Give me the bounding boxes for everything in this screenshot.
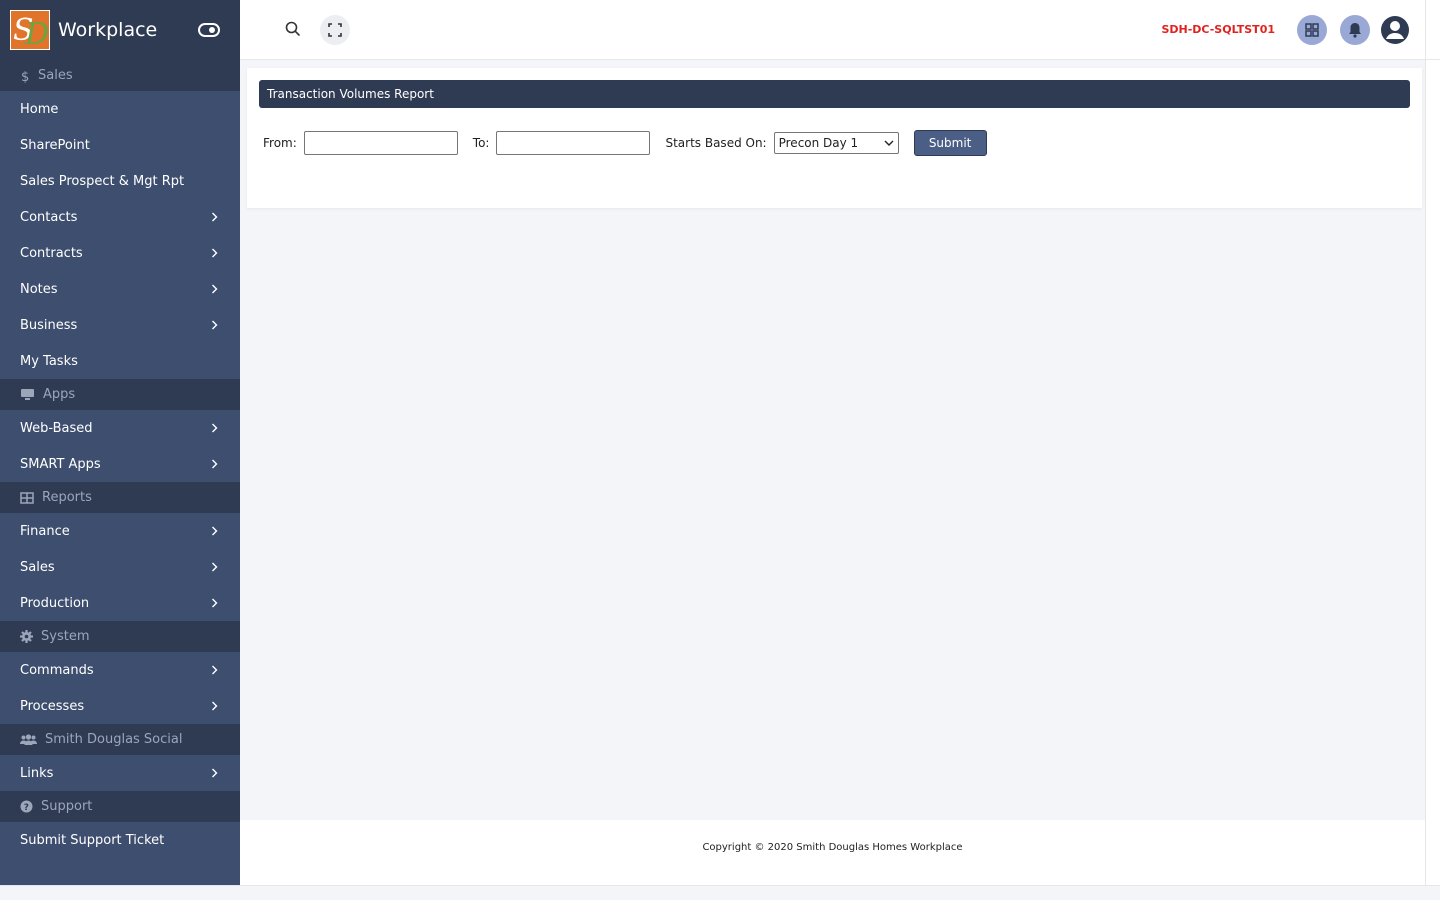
main-content: Transaction Volumes Report From: To: Sta…	[240, 60, 1425, 820]
sidebar-item-label: Web-Based	[20, 420, 93, 436]
chevron-right-icon	[212, 248, 218, 258]
sidebar-item-my-tasks[interactable]: My Tasks	[0, 343, 240, 379]
company-logo: SD	[10, 10, 50, 50]
starts-based-on-value: Precon Day 1	[778, 136, 859, 150]
users-icon	[20, 733, 45, 746]
sidebar-section-title: Apps	[43, 387, 76, 402]
sidebar-item-label: SMART Apps	[20, 456, 101, 472]
right-border	[1425, 0, 1426, 885]
sidebar-item-label: Sales Prospect & Mgt Rpt	[20, 173, 185, 189]
from-date-input[interactable]	[303, 131, 458, 155]
chevron-right-icon	[212, 459, 218, 469]
sidebar-item-label: My Tasks	[20, 353, 78, 369]
sidebar-item-label: Submit Support Ticket	[20, 832, 165, 848]
sidebar-item-submit-support-ticket[interactable]: Submit Support Ticket	[0, 822, 240, 858]
apps-button[interactable]	[1297, 15, 1327, 45]
sidebar-item-label: Links	[20, 765, 54, 781]
chevron-right-icon	[212, 423, 218, 433]
footer: Copyright © 2020 Smith Douglas Homes Wor…	[240, 820, 1425, 885]
sidebar-section-title: Reports	[42, 490, 92, 505]
chevron-right-icon	[212, 212, 218, 222]
notifications-button[interactable]	[1340, 15, 1370, 45]
chevron-right-icon	[212, 701, 218, 711]
sidebar-toggle-icon[interactable]	[198, 20, 220, 40]
sidebar-item-sharepoint[interactable]: SharePoint	[0, 127, 240, 163]
sidebar-item-label: Business	[20, 317, 78, 333]
sidebar-item-sales[interactable]: Sales	[0, 549, 240, 585]
bottom-border	[0, 885, 1440, 900]
sidebar-item-label: Sales	[20, 559, 55, 575]
fullscreen-button[interactable]	[320, 15, 350, 45]
chevron-right-icon	[212, 526, 218, 536]
chevron-right-icon	[212, 562, 218, 572]
question-icon: ?	[20, 800, 41, 813]
from-label: From:	[263, 136, 297, 150]
sidebar-section-title: Support	[41, 799, 93, 814]
grid-icon	[1305, 23, 1319, 37]
to-label: To:	[472, 136, 490, 150]
starts-based-on-label: Starts Based On:	[665, 136, 767, 150]
sidebar-nav: $ Sales Home SharePoint Sales Prospect & Mgt…	[0, 60, 240, 858]
user-avatar-icon[interactable]	[1380, 15, 1410, 45]
sidebar-item-web-based[interactable]: Web-Based	[0, 410, 240, 446]
sidebar-section-title: System	[41, 629, 90, 644]
sidebar-item-commands[interactable]: Commands	[0, 652, 240, 688]
report-title: Transaction Volumes Report	[259, 80, 1410, 108]
submit-button[interactable]: Submit	[913, 130, 987, 156]
sidebar-item-smart-apps[interactable]: SMART Apps	[0, 446, 240, 482]
sidebar-item-label: Home	[20, 101, 59, 117]
sidebar-section-system: System	[0, 621, 240, 652]
svg-text:$: $	[21, 70, 29, 83]
sidebar-section-reports: Reports	[0, 482, 240, 513]
sidebar-item-label: Finance	[20, 523, 70, 539]
server-name: SDH-DC-SQLTST01	[1161, 23, 1275, 36]
sidebar-item-sales-prospect-mgt-rpt[interactable]: Sales Prospect & Mgt Rpt	[0, 163, 240, 199]
expand-icon	[328, 23, 342, 37]
chevron-down-icon	[884, 140, 894, 146]
sidebar-section-sales: $ Sales	[0, 60, 240, 91]
sidebar-section-smith-douglas-social: Smith Douglas Social	[0, 724, 240, 755]
table-icon	[20, 491, 42, 504]
sidebar-item-label: Commands	[20, 662, 94, 678]
chevron-right-icon	[212, 284, 218, 294]
sidebar-item-processes[interactable]: Processes	[0, 688, 240, 724]
report-form: From: To: Starts Based On: Precon Day 1 …	[263, 130, 987, 156]
sidebar-item-contacts[interactable]: Contacts	[0, 199, 240, 235]
gear-icon	[20, 630, 41, 643]
sidebar-item-links[interactable]: Links	[0, 755, 240, 791]
search-icon[interactable]	[284, 20, 302, 38]
chevron-right-icon	[212, 768, 218, 778]
sidebar-item-label: Contacts	[20, 209, 78, 225]
starts-based-on-select[interactable]: Precon Day 1	[773, 132, 899, 154]
chevron-right-icon	[212, 598, 218, 608]
brand-title: Workplace	[58, 19, 158, 41]
sidebar-item-home[interactable]: Home	[0, 91, 240, 127]
bell-icon	[1349, 23, 1361, 38]
sidebar-item-production[interactable]: Production	[0, 585, 240, 621]
sidebar-item-label: Processes	[20, 698, 85, 714]
sidebar-section-support: ? Support	[0, 791, 240, 822]
sidebar-item-business[interactable]: Business	[0, 307, 240, 343]
sidebar-section-title: Sales	[38, 68, 73, 83]
copyright-text: Copyright © 2020 Smith Douglas Homes Wor…	[702, 842, 963, 853]
sidebar-item-label: SharePoint	[20, 137, 90, 153]
top-bar: SDH-DC-SQLTST01	[240, 0, 1440, 60]
sidebar-item-label: Contracts	[20, 245, 83, 261]
report-card: Transaction Volumes Report From: To: Sta…	[247, 68, 1422, 208]
sidebar-item-contracts[interactable]: Contracts	[0, 235, 240, 271]
to-date-input[interactable]	[496, 131, 651, 155]
chevron-right-icon	[212, 320, 218, 330]
sidebar-item-notes[interactable]: Notes	[0, 271, 240, 307]
svg-text:?: ?	[24, 803, 29, 813]
monitor-icon	[20, 388, 43, 401]
brand: SD Workplace	[0, 0, 240, 60]
sidebar: SD Workplace $ Sales Home SharePoint Sales P…	[0, 0, 240, 885]
dollar-icon: $	[20, 69, 38, 83]
chevron-right-icon	[212, 665, 218, 675]
sidebar-item-label: Production	[20, 595, 90, 611]
sidebar-section-title: Smith Douglas Social	[45, 732, 183, 747]
sidebar-item-finance[interactable]: Finance	[0, 513, 240, 549]
sidebar-item-label: Notes	[20, 281, 58, 297]
sidebar-section-apps: Apps	[0, 379, 240, 410]
